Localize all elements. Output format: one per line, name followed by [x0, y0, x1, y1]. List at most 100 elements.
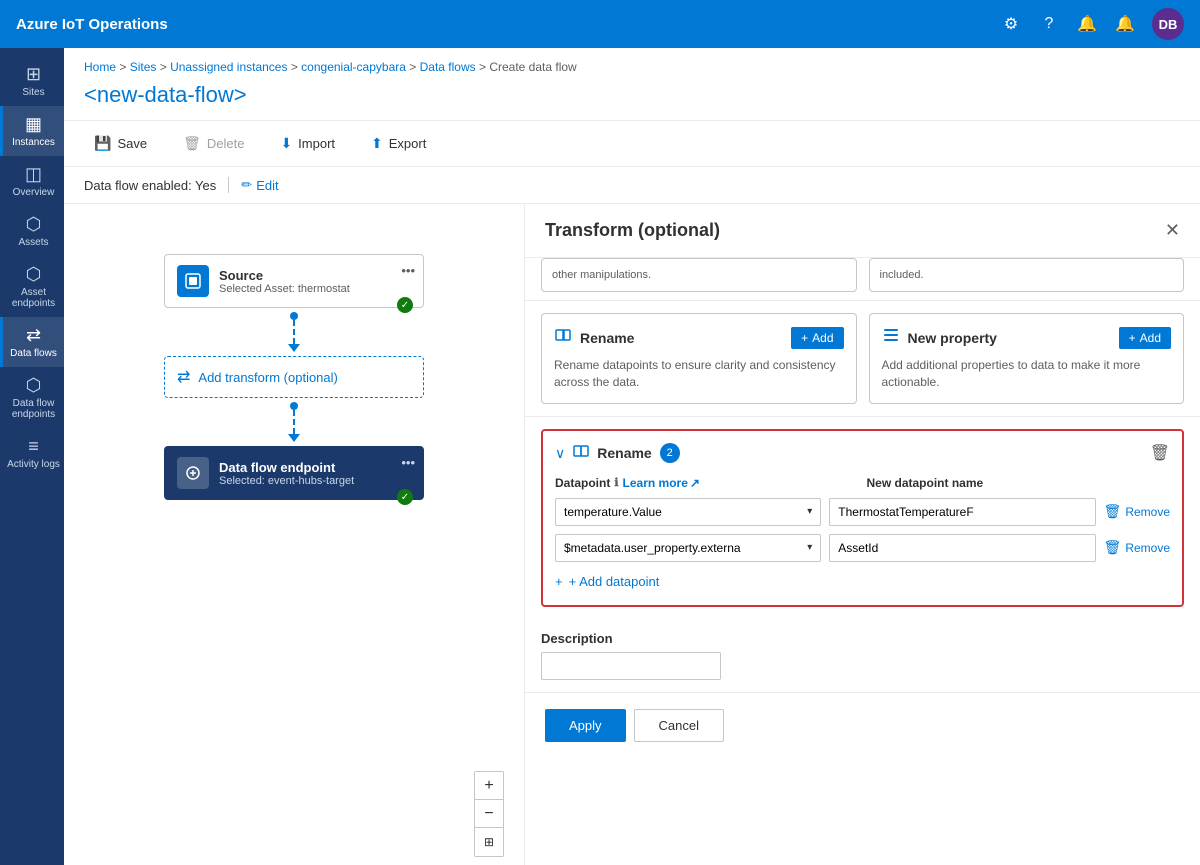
- breadcrumb-unassigned[interactable]: Unassigned instances: [170, 60, 287, 74]
- rename-card-desc: Rename datapoints to ensure clarity and …: [554, 357, 844, 391]
- transform-node[interactable]: ⇄ Add transform (optional): [164, 356, 424, 398]
- edit-icon: ✏: [241, 177, 252, 193]
- transform-label: Add transform (optional): [198, 370, 337, 385]
- add-datapoint-plus: +: [555, 574, 563, 589]
- rename-card: Rename + Add Rename datapoints to ensure…: [541, 313, 857, 404]
- help-icon[interactable]: ?: [1038, 13, 1060, 35]
- status-bar: Data flow enabled: Yes ✏ Edit: [64, 167, 1200, 204]
- content-area: Home > Sites > Unassigned instances > co…: [64, 48, 1200, 865]
- new-property-add-button[interactable]: + Add: [1119, 327, 1171, 349]
- delete-button[interactable]: 🗑 Delete: [173, 129, 254, 158]
- sidebar-item-assets[interactable]: ⬡ Assets: [0, 206, 64, 256]
- source-node-title: Source: [219, 268, 411, 283]
- datapoint-select-2-value: $metadata.user_property.externa: [564, 541, 807, 555]
- rename-delete-button[interactable]: 🗑: [1150, 443, 1170, 463]
- sidebar-item-label: Data flow endpoints: [7, 398, 60, 420]
- sidebar-item-overview[interactable]: ◫ Overview: [0, 156, 64, 206]
- top-cards: other manipulations. included.: [525, 258, 1200, 301]
- add-datapoint-button[interactable]: + + Add datapoint: [555, 570, 659, 593]
- sidebar-item-label: Activity logs: [7, 459, 60, 470]
- zoom-fit-button[interactable]: ⊞: [475, 828, 503, 856]
- rename-expand-button[interactable]: ∨: [555, 445, 565, 462]
- breadcrumb-data-flows[interactable]: Data flows: [420, 60, 476, 74]
- panel-title: Transform (optional): [545, 220, 720, 241]
- sidebar-item-label: Asset endpoints: [7, 287, 60, 309]
- remove-button-1[interactable]: 🗑 Remove: [1104, 503, 1170, 520]
- sidebar-item-activity-logs[interactable]: ≡ Activity logs: [0, 428, 64, 478]
- new-property-card: New property + Add Add additional proper…: [869, 313, 1185, 404]
- endpoint-node[interactable]: Data flow endpoint Selected: event-hubs-…: [164, 446, 424, 500]
- rename-badge: 2: [660, 443, 680, 463]
- connector-1: [164, 312, 424, 352]
- flow-area: Source Selected Asset: thermostat ••• ✓: [64, 204, 1200, 865]
- sidebar-item-label: Overview: [13, 187, 55, 198]
- breadcrumb-instance[interactable]: congenial-capybara: [301, 60, 406, 74]
- endpoint-check-icon: ✓: [397, 489, 413, 505]
- delete-label: Delete: [207, 136, 245, 151]
- sidebar-item-sites[interactable]: ⊞ Sites: [0, 56, 64, 106]
- breadcrumb-home[interactable]: Home: [84, 60, 116, 74]
- asset-endpoints-icon: ⬡: [26, 264, 42, 285]
- zoom-out-button[interactable]: −: [475, 800, 503, 828]
- rename-card-icon: [554, 326, 572, 349]
- remove-label-1: Remove: [1125, 505, 1170, 519]
- activity-logs-icon: ≡: [28, 436, 39, 457]
- panel-footer: Apply Cancel: [525, 692, 1200, 758]
- user-avatar[interactable]: DB: [1152, 8, 1184, 40]
- top-navigation: Azure IoT Operations ⚙ ? 🔔 🔔 DB: [0, 0, 1200, 48]
- connector-2: [164, 402, 424, 442]
- sidebar-item-asset-endpoints[interactable]: ⬡ Asset endpoints: [0, 256, 64, 317]
- apply-button[interactable]: Apply: [545, 709, 626, 742]
- save-button[interactable]: 💾 Save: [84, 129, 157, 158]
- import-label: Import: [298, 136, 335, 151]
- description-input[interactable]: [541, 652, 721, 680]
- status-divider: [228, 177, 229, 193]
- cancel-button[interactable]: Cancel: [634, 709, 724, 742]
- top-card-left: other manipulations.: [541, 258, 857, 292]
- new-datapoint-label-text: New datapoint name: [867, 476, 984, 490]
- new-name-input-1[interactable]: [829, 498, 1095, 526]
- datapoint-select-2[interactable]: $metadata.user_property.externa ▾: [555, 534, 821, 562]
- rename-card-title: Rename: [580, 330, 634, 346]
- datapoint-row-1: temperature.Value ▾ 🗑 Remove: [555, 498, 1170, 526]
- sidebar-item-instances[interactable]: ▦ Instances: [0, 106, 64, 156]
- panel-close-button[interactable]: ✕: [1165, 220, 1180, 241]
- rename-add-plus: +: [801, 331, 808, 345]
- feedback-icon[interactable]: 🔔: [1076, 13, 1098, 35]
- page-title: <new-data-flow>: [64, 78, 1200, 120]
- rename-add-button[interactable]: + Add: [791, 327, 843, 349]
- learn-more-link[interactable]: Learn more ↗: [623, 476, 700, 490]
- endpoint-node-menu[interactable]: •••: [401, 455, 415, 470]
- instances-icon: ▦: [25, 114, 42, 135]
- export-button[interactable]: ⬆ Export: [361, 129, 436, 158]
- edit-button[interactable]: ✏ Edit: [241, 177, 278, 193]
- notification-icon[interactable]: 🔔: [1114, 13, 1136, 35]
- new-datapoint-column-label: New datapoint name: [867, 476, 1171, 490]
- transform-icon: ⇄: [177, 367, 190, 387]
- remove-button-2[interactable]: 🗑 Remove: [1104, 539, 1170, 556]
- source-node-icon: [177, 265, 209, 297]
- rename-card-title-row: Rename: [554, 326, 634, 349]
- datapoint-select-1[interactable]: temperature.Value ▾: [555, 498, 821, 526]
- import-button[interactable]: ⬇ Import: [270, 129, 345, 158]
- export-label: Export: [389, 136, 427, 151]
- save-label: Save: [117, 136, 147, 151]
- top-card-right-text: included.: [880, 269, 1174, 281]
- top-card-right: included.: [869, 258, 1185, 292]
- chevron-down-icon-2: ▾: [807, 542, 812, 553]
- breadcrumb: Home > Sites > Unassigned instances > co…: [64, 48, 1200, 78]
- new-property-card-header: New property + Add: [882, 326, 1172, 349]
- datapoint-select-1-value: temperature.Value: [564, 505, 807, 519]
- breadcrumb-sites[interactable]: Sites: [130, 60, 157, 74]
- source-node[interactable]: Source Selected Asset: thermostat ••• ✓: [164, 254, 424, 308]
- sidebar-item-label: Assets: [18, 237, 48, 248]
- settings-icon[interactable]: ⚙: [1000, 13, 1022, 35]
- main-layout: ⊞ Sites ▦ Instances ◫ Overview ⬡ Assets …: [0, 48, 1200, 865]
- sidebar-item-data-flows[interactable]: ⇄ Data flows: [0, 317, 64, 367]
- sidebar-item-data-flow-endpoints[interactable]: ⬡ Data flow endpoints: [0, 367, 64, 428]
- new-name-input-2[interactable]: [829, 534, 1095, 562]
- zoom-in-button[interactable]: +: [475, 772, 503, 800]
- new-property-card-desc: Add additional properties to data to mak…: [882, 357, 1172, 391]
- zoom-controls: + − ⊞: [474, 771, 504, 857]
- source-node-menu[interactable]: •••: [401, 263, 415, 278]
